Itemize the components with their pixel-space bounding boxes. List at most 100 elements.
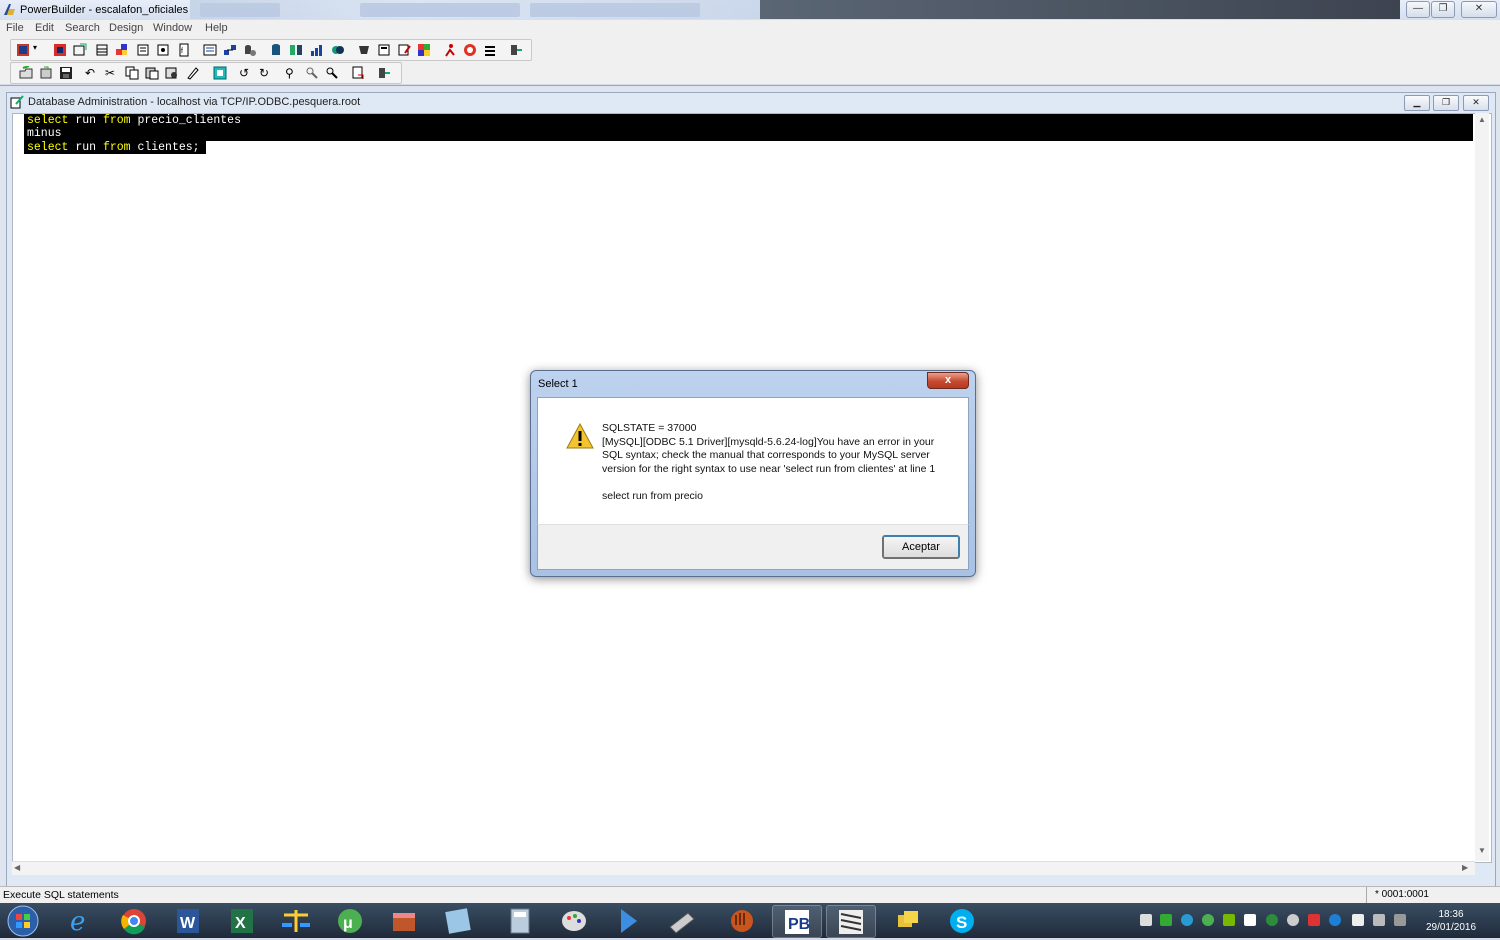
menu-file[interactable]: File — [6, 22, 24, 34]
debug-run-icon[interactable] — [443, 43, 457, 57]
data-manipulation-icon[interactable] — [289, 43, 303, 57]
run-icon[interactable] — [357, 43, 371, 57]
svg-text:μ: μ — [343, 915, 353, 932]
browser-icon[interactable] — [377, 43, 391, 57]
child-restore-button[interactable]: ❐ — [1433, 95, 1459, 111]
chart-icon[interactable] — [309, 43, 323, 57]
database-admin-icon — [10, 95, 24, 109]
print-icon[interactable] — [351, 66, 365, 80]
library-icon[interactable] — [203, 43, 217, 57]
menu-window[interactable]: Window — [153, 22, 192, 34]
new-icon[interactable] — [16, 43, 30, 57]
cursor-position: * 0001:0001 — [1366, 887, 1500, 903]
window-painter-icon[interactable] — [73, 43, 87, 57]
list-icon[interactable] — [483, 43, 497, 57]
powerbuilder-taskbar-icon[interactable]: PB — [772, 905, 822, 938]
excel-icon[interactable]: X — [218, 905, 266, 936]
error-message-line: SQL syntax; check the manual that corres… — [602, 449, 930, 461]
cut-icon[interactable]: ✂ — [105, 66, 119, 80]
tray-sync-icon[interactable] — [1181, 914, 1193, 926]
paste-icon[interactable] — [145, 66, 159, 80]
undo-icon[interactable]: ↶ — [85, 66, 99, 80]
scroll-left-icon[interactable]: ◀ — [14, 863, 20, 872]
database-icon[interactable] — [269, 43, 283, 57]
debug-icon[interactable] — [463, 43, 477, 57]
clock[interactable]: 18:36 29/01/2016 — [1416, 908, 1486, 934]
tray-volume-icon[interactable] — [1373, 914, 1385, 926]
paste-special-icon[interactable] — [165, 66, 179, 80]
tray-app-icon[interactable] — [1140, 914, 1152, 926]
scanner-icon[interactable] — [658, 905, 706, 936]
menu-design[interactable]: Design — [109, 22, 143, 34]
close-button[interactable]: ✕ — [1461, 1, 1497, 18]
exit-icon[interactable] — [377, 66, 391, 80]
vertical-scrollbar[interactable]: ▲ ▼ — [1475, 113, 1489, 861]
chrome-icon[interactable] — [110, 905, 158, 936]
tray-check-icon[interactable] — [1160, 914, 1172, 926]
tray-utorrent-icon[interactable] — [1202, 914, 1214, 926]
tray-flag-icon[interactable] — [1352, 914, 1364, 926]
structure-icon[interactable] — [115, 43, 129, 57]
scales-app-icon[interactable] — [272, 905, 320, 936]
calculator-icon[interactable] — [496, 905, 544, 936]
child-close-button[interactable]: ✕ — [1463, 95, 1489, 111]
internet-explorer-icon[interactable]: e — [56, 905, 104, 937]
pipeline-icon[interactable] — [223, 43, 237, 57]
datawindow-icon[interactable] — [95, 43, 109, 57]
baseball-glove-icon[interactable] — [718, 905, 766, 936]
error-message-line: select run from precio — [602, 489, 703, 502]
edit-script-icon[interactable] — [397, 43, 411, 57]
tray-network-icon[interactable] — [1266, 914, 1278, 926]
scroll-up-icon[interactable]: ▲ — [1478, 115, 1486, 124]
dialog-close-button[interactable]: x — [927, 372, 969, 389]
menu-help[interactable]: Help — [205, 22, 228, 34]
child-minimize-button[interactable]: ▁ — [1404, 95, 1430, 111]
tray-nvidia-icon[interactable] — [1223, 914, 1235, 926]
find-icon[interactable]: ⚲ — [285, 66, 299, 80]
tray-clock-icon[interactable] — [1287, 914, 1299, 926]
inherit-icon[interactable] — [39, 66, 53, 80]
uncomment-icon[interactable]: ↻ — [259, 66, 273, 80]
menu-edit[interactable]: Edit — [35, 22, 54, 34]
clear-icon[interactable] — [185, 66, 199, 80]
comment-icon[interactable]: ↺ — [239, 66, 253, 80]
zebra-app-icon[interactable] — [826, 905, 876, 938]
open-icon[interactable] — [19, 66, 33, 80]
function-icon[interactable]: f — [177, 43, 191, 57]
database-profile-icon[interactable] — [243, 43, 257, 57]
colorful-app-icon[interactable] — [417, 43, 431, 57]
restore-button[interactable]: ❐ — [1431, 1, 1455, 18]
menu-painter-icon[interactable] — [136, 43, 150, 57]
notes-app-icon[interactable] — [434, 905, 482, 936]
tray-security-icon[interactable] — [1329, 914, 1341, 926]
skype-icon[interactable]: S — [938, 905, 986, 936]
replace-icon[interactable] — [305, 66, 319, 80]
find-next-icon[interactable] — [325, 66, 339, 80]
select-all-icon[interactable] — [213, 66, 227, 80]
start-button-icon[interactable] — [3, 904, 43, 937]
archive-app-icon[interactable] — [380, 905, 428, 936]
save-icon[interactable] — [59, 66, 73, 80]
blurred-background-tabs — [190, 0, 760, 19]
media-player-icon[interactable] — [604, 905, 652, 936]
objects-icon[interactable] — [331, 43, 345, 57]
aceptar-button[interactable]: Aceptar — [882, 535, 960, 559]
word-icon[interactable]: W — [164, 905, 212, 936]
paint-icon[interactable] — [550, 905, 598, 936]
tray-mail-icon[interactable] — [1308, 914, 1320, 926]
clock-date: 29/01/2016 — [1425, 922, 1477, 933]
copy-icon[interactable] — [125, 66, 139, 80]
exit-icon[interactable] — [509, 43, 523, 57]
horizontal-scrollbar[interactable]: ◀ ▶ — [12, 861, 1475, 875]
folders-icon[interactable] — [884, 905, 932, 936]
query-icon[interactable] — [156, 43, 170, 57]
menu-search[interactable]: Search — [65, 22, 100, 34]
application-icon[interactable] — [53, 43, 67, 57]
tray-display-icon[interactable] — [1394, 914, 1406, 926]
scroll-right-icon[interactable]: ▶ — [1462, 863, 1468, 872]
dropdown-arrow-icon[interactable]: ▾ — [33, 43, 47, 57]
tray-windows-icon[interactable] — [1244, 914, 1256, 926]
scroll-down-icon[interactable]: ▼ — [1478, 846, 1486, 855]
minimize-button[interactable]: — — [1406, 1, 1430, 18]
utorrent-icon[interactable]: μ — [326, 905, 374, 936]
